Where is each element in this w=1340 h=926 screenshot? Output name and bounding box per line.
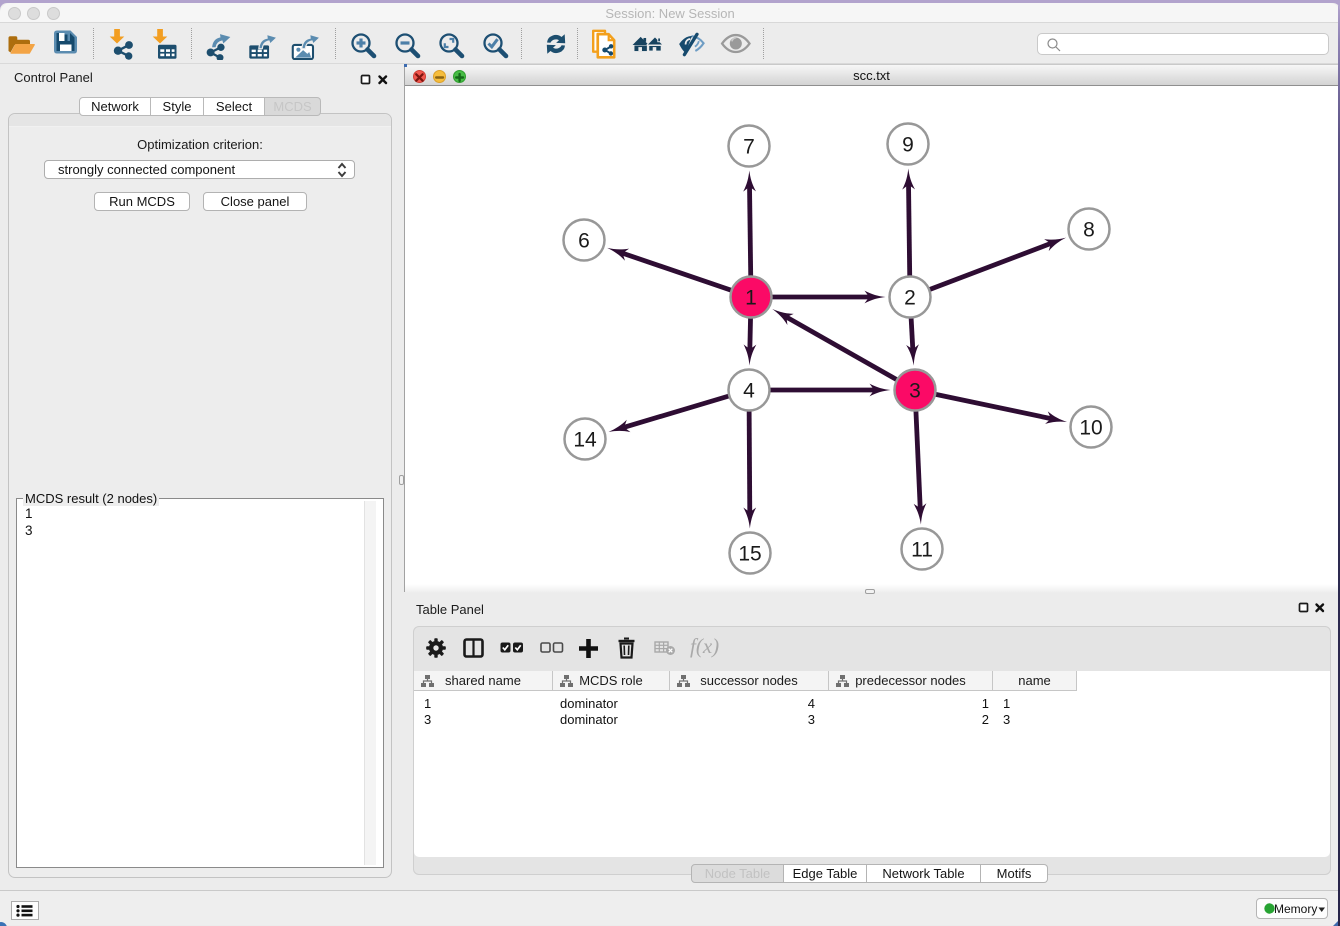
svg-text:4: 4 xyxy=(743,380,755,403)
svg-text:14: 14 xyxy=(573,429,597,452)
svg-text:3: 3 xyxy=(909,380,921,403)
svg-text:2: 2 xyxy=(904,287,916,310)
svg-text:15: 15 xyxy=(738,543,761,566)
svg-text:10: 10 xyxy=(1079,417,1102,440)
svg-text:8: 8 xyxy=(1083,219,1095,242)
svg-text:6: 6 xyxy=(578,230,590,253)
svg-text:7: 7 xyxy=(743,136,755,159)
svg-text:1: 1 xyxy=(745,287,757,310)
svg-text:11: 11 xyxy=(911,539,933,562)
svg-text:9: 9 xyxy=(902,134,914,157)
